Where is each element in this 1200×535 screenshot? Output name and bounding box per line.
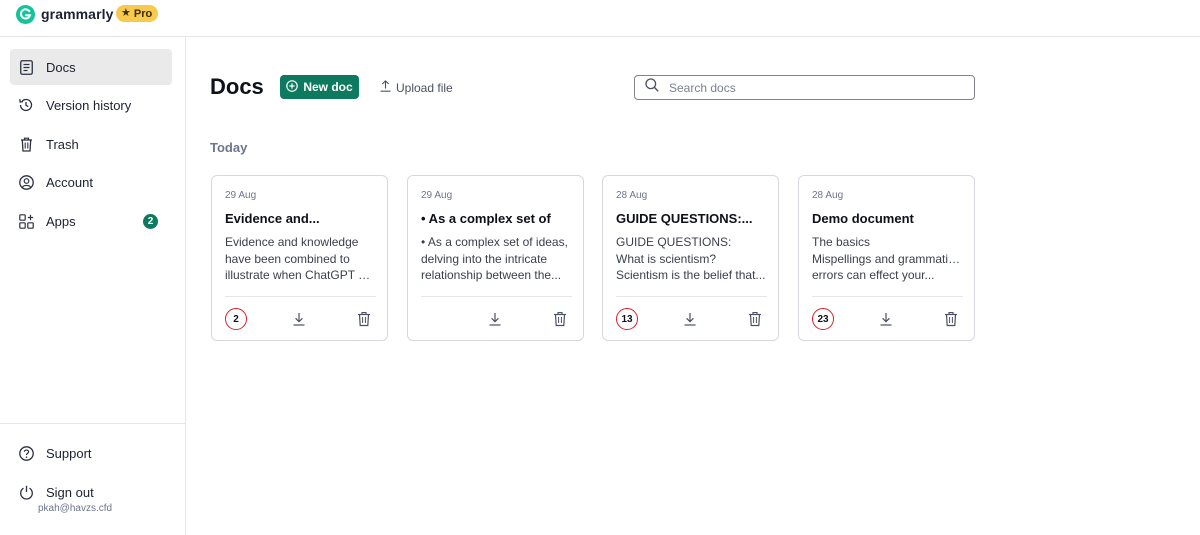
doc-preview: The basics Mispellings and grammatical e… bbox=[812, 234, 962, 284]
doc-preview-line: • As a complex set of ideas, bbox=[421, 235, 568, 249]
download-icon[interactable] bbox=[682, 311, 698, 327]
card-divider bbox=[616, 296, 767, 297]
doc-preview-line: GUIDE QUESTIONS: bbox=[616, 235, 732, 249]
doc-preview-line: errors can effect your... bbox=[812, 268, 935, 282]
doc-card[interactable]: 28 Aug GUIDE QUESTIONS:... GUIDE QUESTIO… bbox=[602, 175, 779, 341]
doc-preview-line: What is scientism? bbox=[616, 251, 717, 266]
upload-file-label: Upload file bbox=[396, 80, 453, 95]
upload-icon bbox=[380, 80, 391, 95]
brand-name: grammarly bbox=[41, 6, 114, 22]
score-badge[interactable]: 13 bbox=[616, 308, 638, 330]
card-divider bbox=[225, 296, 376, 297]
apps-icon bbox=[18, 213, 34, 229]
search-box bbox=[634, 75, 975, 100]
grammarly-logo-icon[interactable] bbox=[16, 5, 35, 24]
document-icon bbox=[18, 59, 34, 75]
doc-date: 29 Aug bbox=[421, 190, 453, 201]
user-email: pkah@havzs.cfd bbox=[38, 503, 113, 514]
download-icon[interactable] bbox=[487, 311, 503, 327]
card-divider bbox=[421, 296, 572, 297]
sidebar-item-apps[interactable]: Apps 2 bbox=[10, 203, 172, 239]
score-badge[interactable]: 23 bbox=[812, 308, 834, 330]
download-icon[interactable] bbox=[291, 311, 307, 327]
sidebar-divider bbox=[0, 423, 185, 424]
score-badge[interactable]: 2 bbox=[225, 308, 247, 330]
sidebar-item-trash[interactable]: Trash bbox=[10, 126, 172, 162]
sidebar-item-support[interactable]: Support bbox=[10, 435, 172, 471]
plus-circle-icon bbox=[286, 79, 299, 95]
sidebar-item-label: Support bbox=[46, 445, 92, 461]
sidebar: Docs Version history Trash Account Apps … bbox=[0, 37, 186, 535]
doc-preview-line: Scientism is the belief that... bbox=[616, 268, 766, 282]
power-icon bbox=[18, 484, 34, 500]
pro-badge-label: Pro bbox=[133, 7, 153, 20]
search-icon bbox=[645, 78, 659, 97]
trash-icon[interactable] bbox=[748, 311, 762, 327]
account-icon bbox=[18, 174, 34, 190]
top-bar: grammarly ★ Pro bbox=[0, 0, 1200, 37]
doc-preview-line: illustrate when ChatGPT ca... bbox=[225, 268, 375, 282]
doc-title: GUIDE QUESTIONS:... bbox=[616, 211, 753, 226]
doc-date: 29 Aug bbox=[225, 190, 257, 201]
doc-card[interactable]: 28 Aug Demo document The basics Mispelli… bbox=[798, 175, 975, 341]
doc-preview-line: relationship between the... bbox=[421, 268, 562, 282]
sidebar-item-label: Trash bbox=[46, 136, 79, 152]
sidebar-item-account[interactable]: Account bbox=[10, 164, 172, 200]
doc-preview-line: have been combined to bbox=[225, 251, 350, 266]
card-divider bbox=[812, 296, 963, 297]
sidebar-item-label: Docs bbox=[46, 59, 76, 75]
doc-preview-line: Mispellings and grammatical bbox=[812, 251, 962, 266]
section-label-today: Today bbox=[210, 140, 248, 155]
doc-preview: Evidence and knowledge have been combine… bbox=[225, 234, 375, 284]
sidebar-item-label: Apps bbox=[46, 213, 76, 229]
doc-date: 28 Aug bbox=[812, 190, 844, 201]
doc-preview-line: The basics bbox=[812, 235, 871, 249]
trash-icon bbox=[18, 136, 34, 152]
pro-badge: ★ Pro bbox=[116, 5, 159, 22]
doc-title: Demo document bbox=[812, 211, 914, 226]
doc-preview: • As a complex set of ideas, delving int… bbox=[421, 234, 571, 284]
doc-card[interactable]: 29 Aug • As a complex set of • As a comp… bbox=[407, 175, 584, 341]
doc-preview-line: Evidence and knowledge bbox=[225, 235, 359, 249]
upload-file-button[interactable]: Upload file bbox=[380, 80, 453, 95]
trash-icon[interactable] bbox=[357, 311, 371, 327]
sidebar-item-docs[interactable]: Docs bbox=[10, 49, 172, 85]
trash-icon[interactable] bbox=[553, 311, 567, 327]
doc-title: Evidence and... bbox=[225, 211, 320, 226]
help-icon bbox=[18, 445, 34, 461]
star-icon: ★ bbox=[121, 7, 131, 19]
doc-preview: GUIDE QUESTIONS: What is scientism? Scie… bbox=[616, 234, 766, 284]
new-doc-label: New doc bbox=[303, 80, 353, 94]
search-input[interactable] bbox=[669, 80, 959, 95]
doc-card[interactable]: 29 Aug Evidence and... Evidence and know… bbox=[211, 175, 388, 341]
new-doc-button[interactable]: New doc bbox=[280, 75, 359, 99]
page-title: Docs bbox=[210, 74, 264, 99]
doc-preview-line: delving into the intricate bbox=[421, 251, 548, 266]
trash-icon[interactable] bbox=[944, 311, 958, 327]
apps-count-badge: 2 bbox=[143, 214, 158, 229]
sidebar-item-label: Version history bbox=[46, 97, 132, 113]
sidebar-item-label: Sign out bbox=[46, 484, 94, 500]
sidebar-item-version-history[interactable]: Version history bbox=[10, 87, 172, 123]
doc-title: • As a complex set of bbox=[421, 211, 551, 226]
doc-date: 28 Aug bbox=[616, 190, 648, 201]
history-icon bbox=[18, 97, 34, 113]
sidebar-item-label: Account bbox=[46, 174, 93, 190]
download-icon[interactable] bbox=[878, 311, 894, 327]
